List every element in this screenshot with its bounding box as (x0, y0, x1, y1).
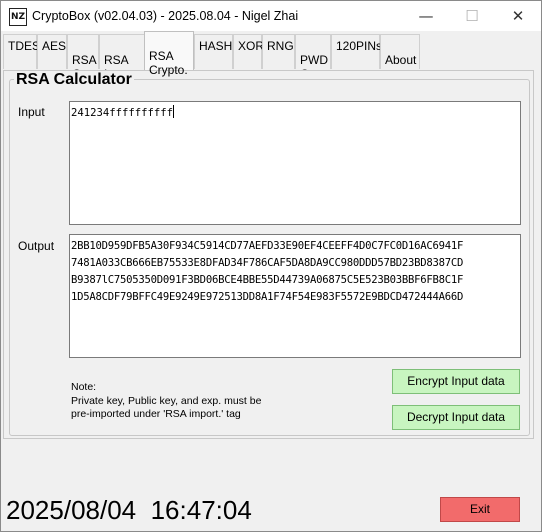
input-label: Input (18, 105, 45, 119)
time-text: 16:47:04 (150, 495, 252, 525)
window-title: CryptoBox (v02.04.03) - 2025.08.04 - Nig… (32, 9, 299, 23)
output-label: Output (18, 239, 55, 253)
tab-label: 120PINs (336, 39, 383, 53)
datetime-display: 2025/08/04 16:47:04 (6, 495, 252, 526)
tab-aes[interactable]: AES (37, 34, 67, 69)
tab-hash[interactable]: HASH (194, 34, 233, 69)
tab-pwd-gen[interactable]: PWD Gen (295, 34, 331, 81)
input-text: 241234ffffffffff (71, 107, 174, 119)
app-logo-icon: NZ (9, 8, 27, 26)
app-window: NZ CryptoBox (v02.04.03) - 2025.08.04 - … (0, 0, 542, 532)
tab-label: RSA Crypto. (149, 49, 188, 77)
exit-button[interactable]: Exit (440, 497, 520, 522)
tab-120pins[interactable]: 120PINs (331, 34, 383, 69)
group-title: RSA Calculator (14, 71, 134, 89)
tab-rsa-import[interactable]: RSA Import. (99, 34, 145, 81)
note-line: pre-imported under 'RSA import.' tag (71, 408, 241, 421)
input-textarea[interactable]: 241234ffffffffff (69, 101, 521, 225)
tab-label: RNG (267, 39, 294, 53)
output-line: B9387lC7505350D091F3BD06BCE4BBE55D44739A… (71, 274, 464, 286)
note-line: Private key, Public key, and exp. must b… (71, 394, 262, 407)
decrypt-button[interactable]: Decrypt Input data (392, 405, 520, 430)
minimize-button[interactable]: — (403, 1, 449, 31)
tab-label: AES (42, 39, 67, 53)
title-bar[interactable]: NZ CryptoBox (v02.04.03) - 2025.08.04 - … (1, 1, 541, 31)
encrypt-button[interactable]: Encrypt Input data (392, 369, 520, 394)
tab-rng[interactable]: RNG (262, 34, 295, 69)
tab-rsa-gen[interactable]: RSA Gen. (67, 34, 99, 81)
note-line: Note: (71, 381, 97, 393)
tab-rsa-crypto[interactable]: RSA Crypto. (144, 31, 194, 77)
tab-label: TDES (8, 39, 41, 53)
tab-label: XOR (238, 39, 265, 53)
text-caret (173, 105, 175, 118)
tab-xor[interactable]: XOR (233, 34, 265, 69)
output-textarea[interactable]: 2BB10D959DFB5A30F934C5914CD77AEFD33E90EF… (69, 234, 521, 358)
output-line: 1D5A8CDF79BFFC49E9249E972513DD8A1F74F54E… (71, 291, 464, 303)
maximize-button[interactable]: ☐ (449, 1, 495, 31)
note-text: Note: Private key, Public key, and exp. … (71, 381, 261, 422)
tab-about[interactable]: About ... (380, 34, 420, 81)
close-button[interactable]: ✕ (495, 1, 541, 31)
tab-label: HASH (199, 39, 233, 53)
date-text: 2025/08/04 (6, 495, 137, 525)
output-line: 7481A033CB666EB75533E8DFAD34F786CAF5DA8D… (71, 257, 464, 269)
output-line: 2BB10D959DFB5A30F934C5914CD77AEFD33E90EF… (71, 240, 464, 252)
tab-tdes[interactable]: TDES (3, 34, 41, 69)
